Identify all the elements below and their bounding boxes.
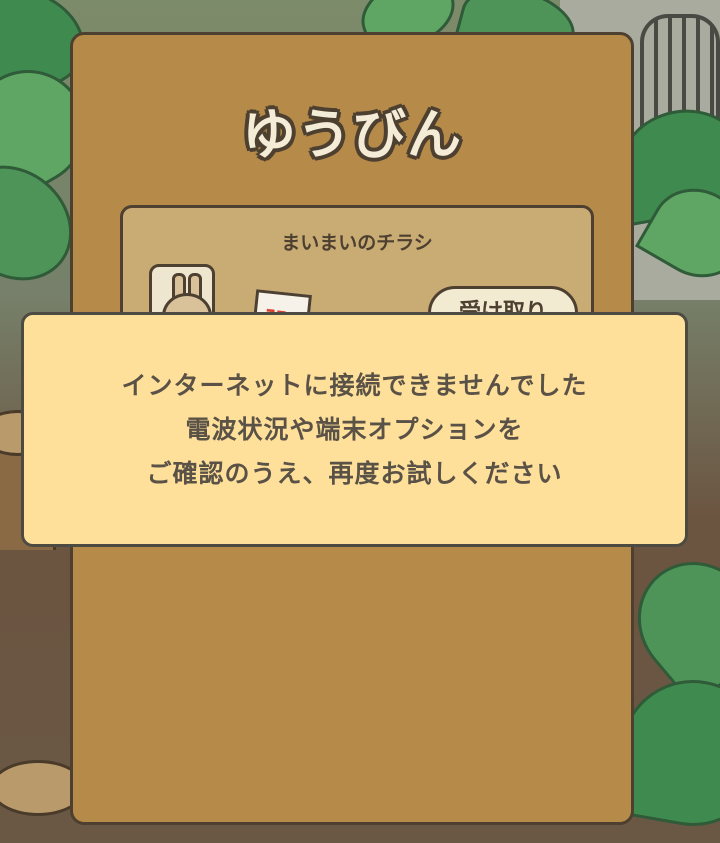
error-message-line: 電波状況や端末オプションを: [185, 414, 524, 444]
mail-item-title: まいまいのチラシ: [281, 232, 433, 254]
error-message-line: インターネットに接続できませんでした: [121, 370, 588, 400]
error-message-line: ご確認のうえ、再度お試しください: [146, 458, 563, 488]
connection-error-dialog[interactable]: インターネットに接続できませんでした 電波状況や端末オプションを ご確認のうえ、…: [21, 312, 688, 547]
panel-title: ゆうびん: [242, 103, 462, 166]
